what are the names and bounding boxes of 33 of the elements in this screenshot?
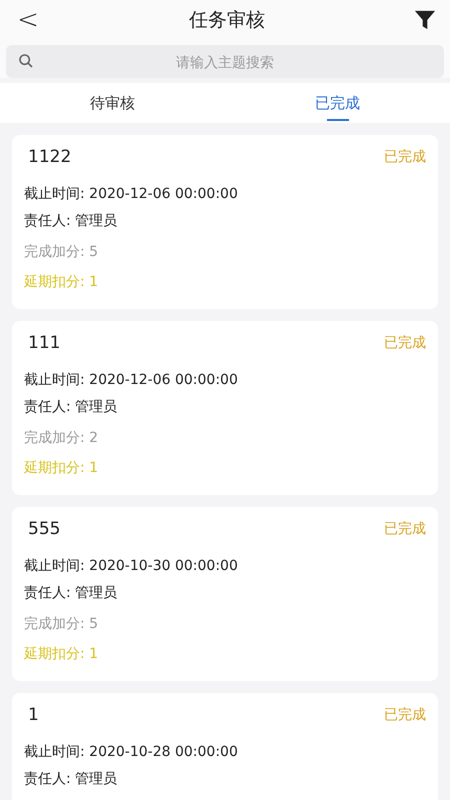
search-icon [18, 53, 34, 69]
owner-text: 责任人: 管理员 [24, 584, 118, 603]
deadline-text: 截止时间: 2020-12-06 00:00:00 [24, 185, 239, 204]
penalty-text: 延期扣分: 1 [24, 645, 100, 664]
task-card[interactable]: 555 已完成 截止时间: 2020-10-30 00:00:00 责任人: 管理员 完成加分: 5 延期扣分: 1 [12, 507, 438, 681]
penalty-text: 延期扣分: 1 [24, 273, 100, 292]
deadline-text: 截止时间: 2020-10-30 00:00:00 [24, 557, 239, 576]
task-title: 1122 [27, 147, 72, 167]
task-title: 555 [27, 519, 60, 539]
task-title: 1 [27, 705, 39, 725]
task-card[interactable]: 111 已完成 截止时间: 2020-12-06 00:00:00 责任人: 管理员 完成加分: 2 延期扣分: 1 [12, 321, 438, 495]
owner-text: 责任人: 管理员 [24, 398, 118, 417]
task-card[interactable]: 1122 已完成 截止时间: 2020-12-06 00:00:00 责任人: 管理员 完成加分: 5 延期扣分: 1 [12, 135, 438, 309]
tab[interactable]: 待审核 [0, 83, 225, 123]
task-status: 已完成 [384, 706, 426, 724]
owner-text: 责任人: 管理员 [24, 770, 118, 789]
penalty-text: 延期扣分: 1 [24, 459, 100, 478]
bonus-text: 完成加分: 5 [24, 243, 100, 262]
bonus-text: 完成加分: 5 [24, 615, 100, 634]
task-title: 111 [27, 333, 60, 353]
back-button[interactable]: < [16, 5, 40, 35]
task-status: 已完成 [384, 334, 426, 352]
bonus-text: 完成加分: 2 [24, 429, 100, 448]
task-status: 已完成 [384, 520, 426, 538]
owner-text: 责任人: 管理员 [24, 212, 118, 231]
search-field[interactable]: 请输入主题搜索 [6, 45, 444, 78]
deadline-text: 截止时间: 2020-10-28 00:00:00 [24, 743, 239, 762]
filter-icon[interactable] [414, 9, 436, 31]
task-card[interactable]: 1 已完成 截止时间: 2020-10-28 00:00:00 责任人: 管理员 [12, 693, 438, 800]
tab[interactable]: 已完成 [225, 83, 450, 123]
task-status: 已完成 [384, 148, 426, 166]
page-title: 任务审核 [189, 8, 265, 33]
deadline-text: 截止时间: 2020-12-06 00:00:00 [24, 371, 239, 390]
